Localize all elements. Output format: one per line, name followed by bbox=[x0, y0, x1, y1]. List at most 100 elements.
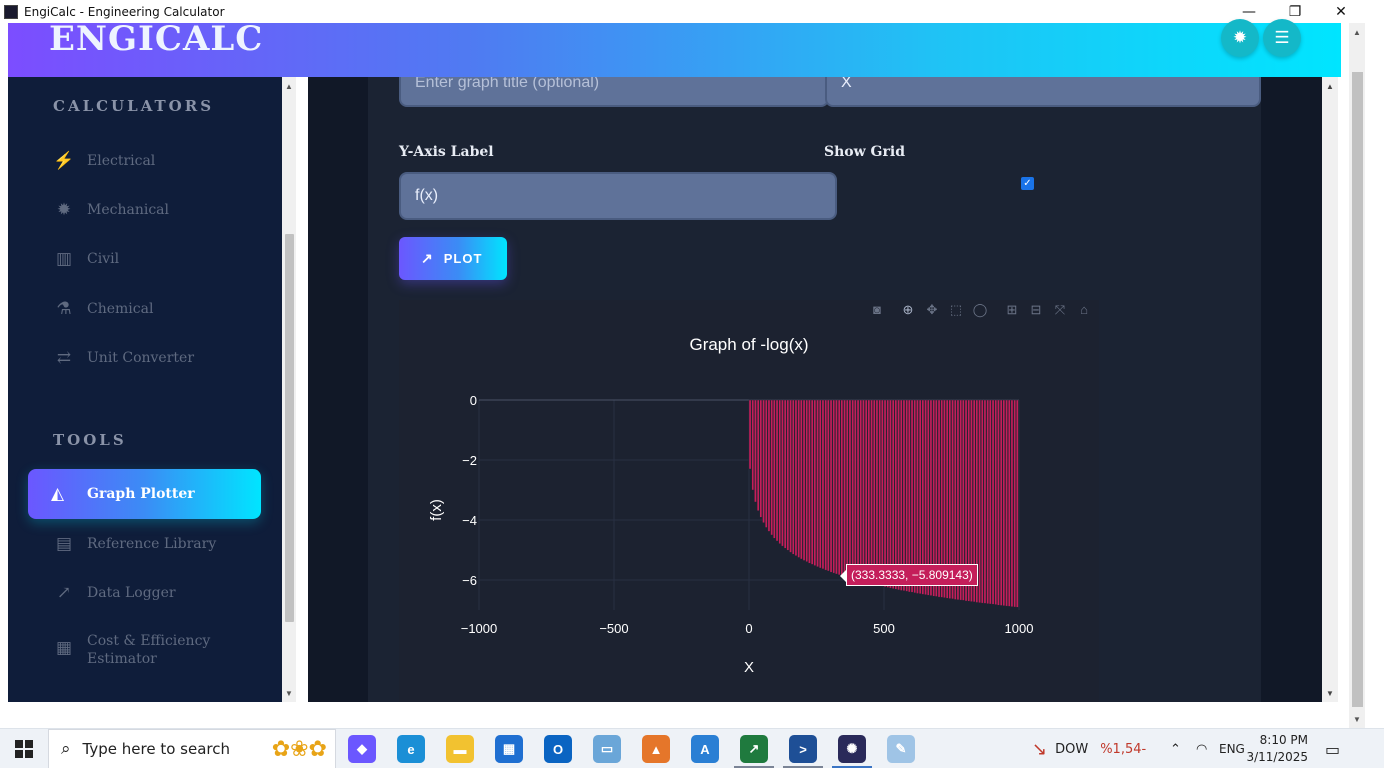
chart-bar[interactable] bbox=[986, 399, 989, 604]
chart-bar[interactable] bbox=[808, 399, 811, 564]
chart-bar[interactable] bbox=[829, 399, 833, 573]
chart-bar[interactable] bbox=[856, 399, 860, 581]
chart-bar[interactable] bbox=[781, 399, 784, 547]
x-axis-label-input[interactable]: X bbox=[825, 77, 1261, 107]
chart-bar[interactable] bbox=[983, 399, 987, 604]
chart-bar[interactable] bbox=[840, 399, 844, 577]
main-scroll-up-arrow[interactable]: ▲ bbox=[1322, 79, 1338, 93]
chart-bar[interactable] bbox=[886, 399, 890, 588]
chart-bar[interactable] bbox=[810, 399, 814, 565]
chart-bar[interactable] bbox=[859, 399, 863, 582]
excel-icon[interactable]: ↗ bbox=[740, 735, 768, 763]
chart-bar[interactable] bbox=[789, 399, 792, 553]
sidebar-item-mechanical[interactable]: ✹ Mechanical bbox=[53, 200, 169, 220]
notifications-icon[interactable]: ▭ bbox=[1325, 729, 1340, 768]
clock[interactable]: 8:10 PM 3/11/2025 bbox=[1246, 729, 1308, 768]
chart-bar[interactable] bbox=[878, 399, 881, 586]
chart-bar[interactable] bbox=[756, 399, 760, 511]
settings-button[interactable]: ✹ bbox=[1221, 19, 1259, 57]
chart-bar[interactable] bbox=[767, 399, 771, 532]
copilot-icon[interactable]: ◆ bbox=[348, 735, 376, 763]
sidebar-scroll-up-arrow[interactable]: ▲ bbox=[282, 79, 296, 93]
store-icon[interactable]: ▦ bbox=[495, 735, 523, 763]
chart-bar[interactable] bbox=[832, 399, 836, 574]
chart-bar[interactable] bbox=[900, 399, 903, 591]
window-scroll-up-arrow[interactable]: ▲ bbox=[1349, 25, 1365, 39]
chart-bar[interactable] bbox=[1002, 399, 1006, 607]
chart-bar[interactable] bbox=[816, 399, 819, 568]
window-scrollbar-thumb[interactable] bbox=[1352, 72, 1363, 707]
wifi-icon[interactable]: ◠ bbox=[1196, 729, 1207, 768]
chart-bar[interactable] bbox=[843, 399, 846, 577]
chart-bar[interactable] bbox=[1008, 399, 1011, 607]
show-grid-checkbox[interactable]: ✓ bbox=[1021, 177, 1034, 190]
start-button[interactable] bbox=[0, 729, 48, 768]
chart-bar[interactable] bbox=[905, 399, 908, 592]
chart-bar[interactable] bbox=[786, 399, 790, 551]
outlook-icon[interactable]: O bbox=[544, 735, 572, 763]
chart-bar[interactable] bbox=[897, 399, 900, 591]
chart-bar[interactable] bbox=[759, 399, 763, 518]
chart-bar[interactable] bbox=[981, 399, 984, 604]
chart-bar[interactable] bbox=[754, 399, 757, 503]
sidebar-item-data-logger[interactable]: ↗ Data Logger bbox=[53, 583, 176, 603]
chart-bar[interactable] bbox=[978, 399, 981, 604]
chart-bar[interactable] bbox=[821, 399, 825, 570]
chart-bar[interactable] bbox=[881, 399, 884, 587]
chart-bar[interactable] bbox=[800, 399, 803, 560]
chart-bar[interactable] bbox=[751, 399, 755, 491]
chart-bar[interactable] bbox=[851, 399, 854, 580]
chart-bar[interactable] bbox=[792, 399, 795, 555]
chart-bar[interactable] bbox=[778, 399, 782, 544]
chart-bar[interactable] bbox=[1016, 399, 1019, 608]
sidebar-item-unit-converter[interactable]: ⇄ Unit Converter bbox=[53, 348, 194, 368]
file-explorer-icon[interactable]: ▬ bbox=[446, 735, 474, 763]
chart-bar[interactable] bbox=[783, 399, 787, 549]
graph-container[interactable]: ◙ ⊕ ✥ ⬚ ◯ ⊞ ⊟ ⤧ ⌂ Graph of -log(x) −1000… bbox=[399, 300, 1099, 702]
chart-bar[interactable] bbox=[848, 399, 852, 579]
sidebar-item-reference-library[interactable]: ▤ Reference Library bbox=[53, 534, 216, 554]
sidebar-item-chemical[interactable]: ⚗ Chemical bbox=[53, 299, 153, 319]
chart-bar[interactable] bbox=[846, 399, 849, 578]
close-button[interactable]: ✕ bbox=[1318, 0, 1364, 23]
sidebar-item-civil[interactable]: ▥ Civil bbox=[53, 249, 119, 269]
chart-bar[interactable] bbox=[813, 399, 817, 566]
sidebar-scroll-down-arrow[interactable]: ▼ bbox=[282, 686, 296, 700]
chart-bar[interactable] bbox=[827, 399, 830, 572]
tray-overflow-button[interactable]: ⌃ bbox=[1170, 729, 1181, 768]
paint-icon[interactable]: ✎ bbox=[887, 735, 915, 763]
sidebar-item-graph-plotter[interactable]: ◭ Graph Plotter bbox=[28, 469, 261, 519]
chart-bar[interactable] bbox=[989, 399, 992, 605]
chart-bar[interactable] bbox=[997, 399, 1000, 606]
main-scrollbar[interactable] bbox=[1322, 77, 1338, 702]
chart-bar[interactable] bbox=[867, 399, 871, 584]
language-indicator[interactable]: ENG bbox=[1219, 729, 1245, 768]
chart-bar[interactable] bbox=[762, 399, 765, 523]
chart-bar[interactable] bbox=[824, 399, 827, 571]
chart-bar[interactable] bbox=[1013, 399, 1016, 608]
chart-bar[interactable] bbox=[794, 399, 798, 556]
chart-bar[interactable] bbox=[835, 399, 838, 575]
chart-bar[interactable] bbox=[889, 399, 892, 589]
graph-title-input[interactable]: Enter graph title (optional) bbox=[399, 77, 829, 107]
y-axis-label-input[interactable]: f(x) bbox=[399, 172, 837, 220]
main-scroll-down-arrow[interactable]: ▼ bbox=[1322, 686, 1338, 700]
app-icon[interactable]: ✺ bbox=[838, 735, 866, 763]
chart-bar[interactable] bbox=[797, 399, 800, 558]
chart-bar[interactable] bbox=[1010, 399, 1014, 607]
chart-bar[interactable] bbox=[875, 399, 879, 586]
chart-bar[interactable] bbox=[999, 399, 1003, 606]
powershell-icon[interactable]: > bbox=[789, 735, 817, 763]
plot-button[interactable]: ↗ PLOT bbox=[399, 237, 507, 280]
sidebar-item-cost-estimator[interactable]: ▦ Cost & Efficiency Estimator bbox=[53, 632, 217, 668]
chart-bar[interactable] bbox=[991, 399, 995, 605]
chart-bar[interactable] bbox=[891, 399, 895, 589]
chart-bar[interactable] bbox=[862, 399, 865, 583]
chart-bar[interactable] bbox=[770, 399, 773, 536]
chart-bar[interactable] bbox=[819, 399, 822, 569]
window-scroll-down-arrow[interactable]: ▼ bbox=[1349, 712, 1365, 726]
chart-bar[interactable] bbox=[805, 399, 809, 562]
chart-bar[interactable] bbox=[902, 399, 906, 592]
chart-bar[interactable] bbox=[873, 399, 876, 585]
taskbar-search[interactable]: ⌕ Type here to search ✿❀✿ bbox=[48, 729, 336, 768]
